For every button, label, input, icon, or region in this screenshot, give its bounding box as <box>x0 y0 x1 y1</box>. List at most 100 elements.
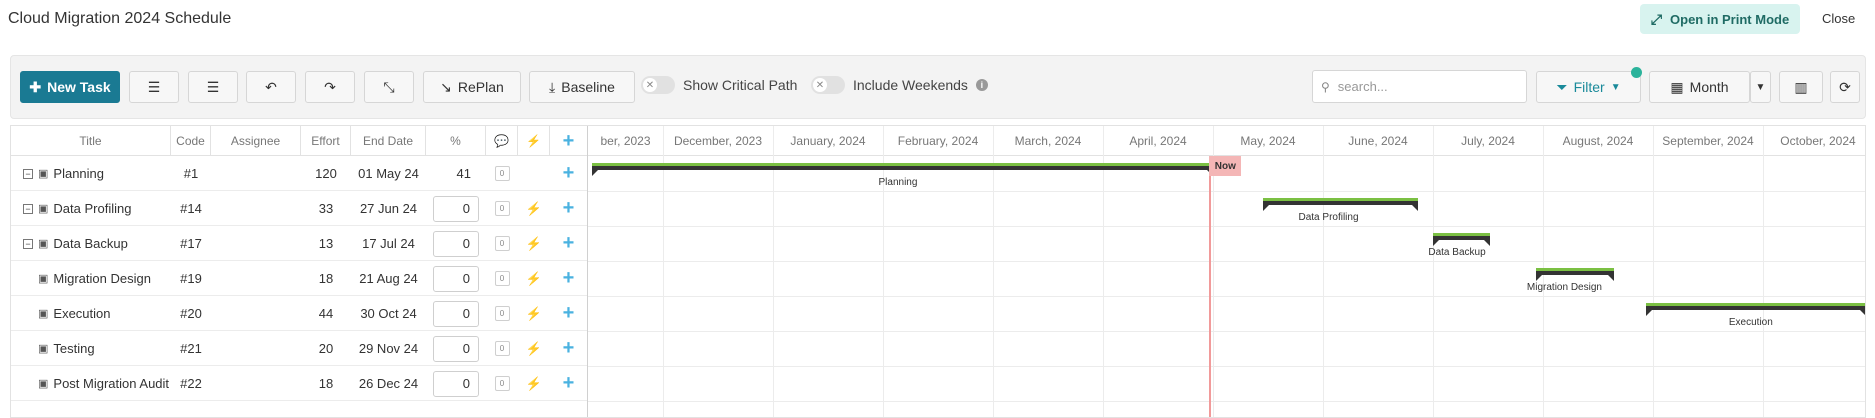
task-end-date[interactable]: 30 Oct 24 <box>351 296 426 331</box>
info-icon[interactable]: i <box>975 79 988 91</box>
collapse-button[interactable]: ⤡ <box>364 71 414 103</box>
lightning-icon[interactable]: ⚡ <box>526 306 542 322</box>
table-row[interactable]: − ▣ Data Backup #17 13 17 Jul 24 0 ⚡ + <box>11 226 587 261</box>
open-print-mode-button[interactable]: ⤢ Open in Print Mode <box>1640 4 1800 34</box>
add-subtask-button[interactable]: + <box>550 191 587 226</box>
replan-button[interactable]: ↘ RePlan <box>423 71 521 103</box>
comment-count[interactable]: 0 <box>494 341 510 356</box>
task-end-date[interactable]: 01 May 24 <box>351 156 426 191</box>
table-row[interactable]: ▣ Migration Design #19 18 21 Aug 24 0 ⚡ … <box>11 261 587 296</box>
cell-title: − ▣ Data Backup <box>23 226 171 261</box>
percent-input[interactable] <box>433 265 479 292</box>
task-title[interactable]: Execution <box>53 306 110 321</box>
task-end-date[interactable]: 27 Jun 24 <box>351 191 426 226</box>
task-title[interactable]: Migration Design <box>53 271 151 286</box>
task-assignee[interactable] <box>211 261 301 296</box>
task-assignee[interactable] <box>211 296 301 331</box>
col-header-end-date[interactable]: End Date <box>351 126 426 156</box>
view-mode-button[interactable]: ▦ Month <box>1649 71 1750 103</box>
task-bar[interactable] <box>1262 198 1419 211</box>
outdent-button[interactable]: ☰ <box>129 71 179 103</box>
table-row[interactable]: ▣ Post Migration Audit #22 18 26 Dec 24 … <box>11 366 587 401</box>
task-effort[interactable]: 120 <box>301 156 351 191</box>
include-weekends-toggle[interactable]: ✕ Include Weekends i <box>811 76 988 94</box>
percent-input[interactable] <box>433 300 479 327</box>
collapse-toggle-icon[interactable]: − <box>23 238 33 249</box>
collapse-toggle-icon[interactable]: − <box>23 168 33 179</box>
percent-input[interactable] <box>433 230 479 257</box>
col-header-comments[interactable]: 💬 <box>486 126 518 156</box>
task-bar[interactable] <box>1535 268 1615 281</box>
task-bar[interactable] <box>1645 303 1865 316</box>
add-subtask-button[interactable]: + <box>550 296 587 331</box>
task-effort[interactable]: 18 <box>301 261 351 296</box>
search-input[interactable] <box>1337 79 1508 94</box>
collapse-toggle-icon[interactable]: − <box>23 203 33 214</box>
task-effort[interactable]: 20 <box>301 331 351 366</box>
comment-count[interactable]: 0 <box>494 236 510 251</box>
percent-input[interactable] <box>433 335 479 362</box>
col-header-assignee[interactable]: Assignee <box>211 126 301 156</box>
task-end-date[interactable]: 21 Aug 24 <box>351 261 426 296</box>
task-title[interactable]: Data Backup <box>53 236 127 251</box>
lightning-icon[interactable]: ⚡ <box>526 271 542 287</box>
col-header-percent[interactable]: % <box>426 126 486 156</box>
task-effort[interactable]: 13 <box>301 226 351 261</box>
task-assignee[interactable] <box>211 156 301 191</box>
task-title[interactable]: Planning <box>53 166 104 181</box>
add-subtask-button[interactable]: + <box>550 156 587 191</box>
task-assignee[interactable] <box>211 226 301 261</box>
comment-count[interactable]: 0 <box>494 166 510 181</box>
task-title[interactable]: Data Profiling <box>53 201 131 216</box>
task-effort[interactable]: 44 <box>301 296 351 331</box>
task-bar[interactable] <box>1433 233 1490 246</box>
comment-count[interactable]: 0 <box>494 306 510 321</box>
task-end-date[interactable]: 29 Nov 24 <box>351 331 426 366</box>
table-row[interactable]: − ▣ Data Profiling #14 33 27 Jun 24 0 ⚡ … <box>11 191 587 226</box>
add-subtask-button[interactable]: + <box>550 261 587 296</box>
percent-input[interactable] <box>433 370 479 397</box>
close-link[interactable]: Close <box>1822 11 1855 26</box>
task-title[interactable]: Testing <box>53 341 94 356</box>
new-task-button[interactable]: ✚ New Task <box>20 71 120 103</box>
task-end-date[interactable]: 17 Jul 24 <box>351 226 426 261</box>
task-assignee[interactable] <box>211 191 301 226</box>
add-subtask-button[interactable]: + <box>550 366 587 401</box>
table-row[interactable]: − ▣ Planning #1 120 01 May 24 41 0 + <box>11 156 587 191</box>
redo-button[interactable]: ↷ <box>305 71 355 103</box>
view-mode-dropdown[interactable]: ▼ <box>1750 71 1771 103</box>
task-end-date[interactable]: 26 Dec 24 <box>351 366 426 401</box>
col-header-effort[interactable]: Effort <box>301 126 351 156</box>
task-title[interactable]: Post Migration Audit <box>53 376 169 391</box>
comment-count[interactable]: 0 <box>494 376 510 391</box>
task-bar[interactable] <box>592 163 1213 176</box>
comment-count[interactable]: 0 <box>494 271 510 286</box>
lightning-icon[interactable]: ⚡ <box>526 201 542 217</box>
critical-path-toggle[interactable]: ✕ Show Critical Path <box>641 76 797 94</box>
columns-button[interactable]: ▥ <box>1779 71 1823 103</box>
refresh-button[interactable]: ⟳ <box>1830 71 1860 103</box>
col-header-title[interactable]: Title <box>11 126 171 156</box>
add-subtask-button[interactable]: + <box>550 226 587 261</box>
lightning-icon[interactable]: ⚡ <box>526 376 542 392</box>
add-subtask-button[interactable]: + <box>550 331 587 366</box>
task-assignee[interactable] <box>211 331 301 366</box>
table-row[interactable]: ▣ Execution #20 44 30 Oct 24 0 ⚡ + <box>11 296 587 331</box>
col-header-lightning[interactable]: ⚡ <box>518 126 550 156</box>
col-header-code[interactable]: Code <box>171 126 211 156</box>
table-row[interactable]: ▣ Testing #21 20 29 Nov 24 0 ⚡ + <box>11 331 587 366</box>
task-effort[interactable]: 18 <box>301 366 351 401</box>
indent-button[interactable]: ☰ <box>188 71 238 103</box>
filter-button[interactable]: ⏷ Filter ▼ <box>1536 71 1641 103</box>
lightning-icon[interactable]: ⚡ <box>526 236 542 252</box>
include-weekends-switch[interactable]: ✕ <box>811 76 845 94</box>
undo-button[interactable]: ↶ <box>246 71 296 103</box>
critical-path-switch[interactable]: ✕ <box>641 76 675 94</box>
baseline-button[interactable]: ⤓ Baseline <box>529 71 635 103</box>
percent-input[interactable] <box>433 195 479 222</box>
task-assignee[interactable] <box>211 366 301 401</box>
comment-count[interactable]: 0 <box>494 201 510 216</box>
task-effort[interactable]: 33 <box>301 191 351 226</box>
col-header-add[interactable]: + <box>550 126 587 156</box>
lightning-icon[interactable]: ⚡ <box>526 341 542 357</box>
